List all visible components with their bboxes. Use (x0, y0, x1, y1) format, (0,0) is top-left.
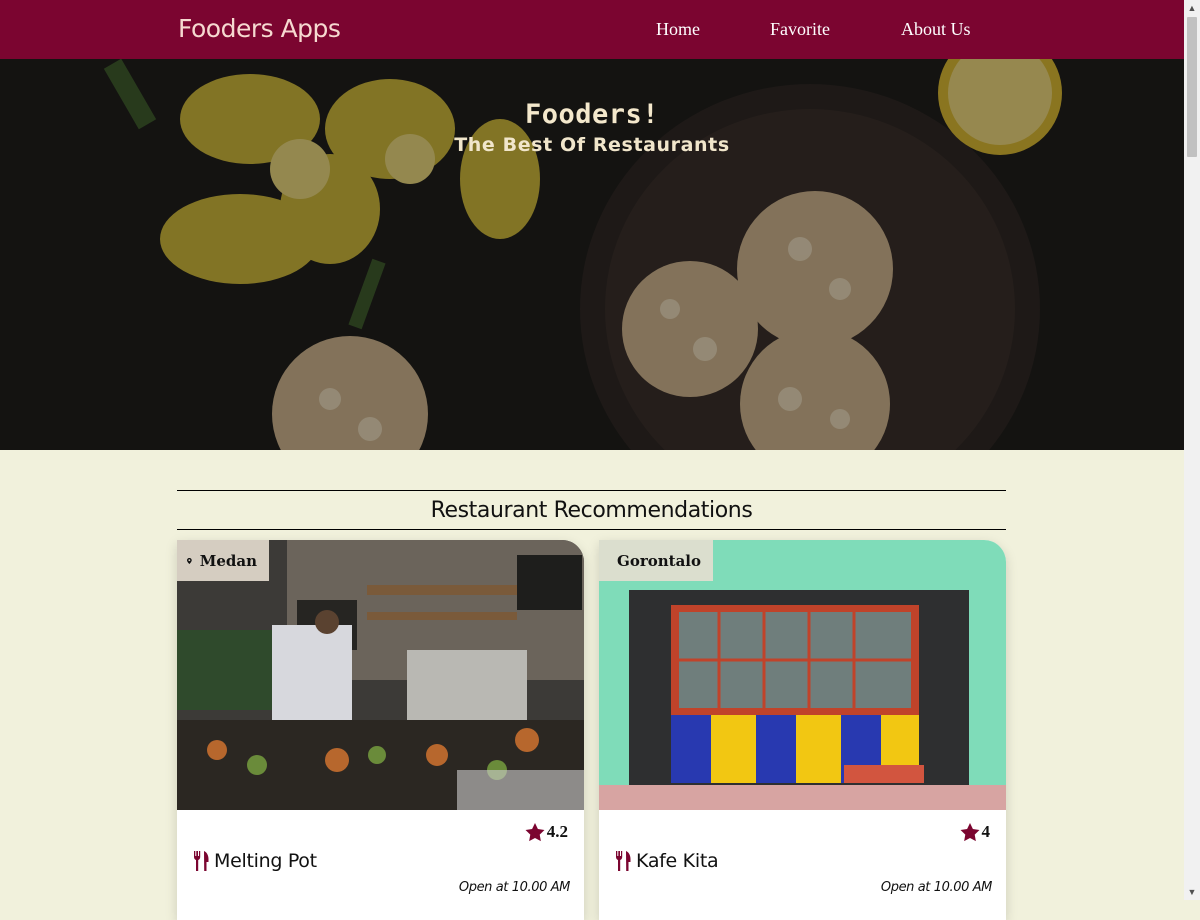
section-heading: Restaurant Recommendations (177, 490, 1006, 530)
nav-link-home[interactable]: Home (656, 19, 700, 40)
nav-link-about-us[interactable]: About Us (901, 19, 971, 40)
city-badge: Gorontalo (599, 540, 713, 581)
rating: 4 (960, 822, 991, 842)
page-scrollbar[interactable]: ▲ ▼ (1184, 0, 1200, 900)
fork-knife-icon (615, 851, 632, 871)
scroll-down-arrow-icon[interactable]: ▼ (1184, 884, 1200, 900)
city-label: Medan (200, 552, 257, 570)
restaurant-name-label: Melting Pot (214, 850, 317, 872)
restaurant-card[interactable]: Medan 4.2 Melting Pot Open at 10.00 AM (177, 540, 584, 920)
hero-subtitle: The Best Of Restaurants (0, 134, 1184, 156)
rating: 4.2 (525, 822, 568, 842)
open-time: Open at 10.00 AM (459, 880, 570, 895)
location-pin-icon (187, 552, 192, 570)
fork-knife-icon (193, 851, 210, 871)
star-icon (525, 823, 545, 842)
open-time: Open at 10.00 AM (881, 880, 992, 895)
city-badge: Medan (177, 540, 269, 581)
rating-value: 4 (982, 822, 991, 842)
city-label: Gorontalo (617, 552, 701, 570)
star-icon (960, 823, 980, 842)
navbar: Fooders Apps Home Favorite About Us (0, 0, 1184, 59)
rating-value: 4.2 (547, 822, 568, 842)
nav-link-favorite[interactable]: Favorite (770, 19, 830, 40)
restaurant-card[interactable]: Gorontalo 4 Kafe Kita Open at 10.00 AM (599, 540, 1006, 920)
nav-links: Home Favorite About Us (0, 19, 1184, 43)
scroll-thumb[interactable] (1187, 17, 1197, 157)
restaurant-name-label: Kafe Kita (636, 850, 718, 872)
hero-banner: Fooders! The Best Of Restaurants (0, 59, 1184, 450)
restaurant-name[interactable]: Melting Pot (193, 850, 317, 872)
restaurant-name[interactable]: Kafe Kita (615, 850, 718, 872)
hero-title: Fooders! (0, 99, 1184, 130)
scroll-up-arrow-icon[interactable]: ▲ (1184, 0, 1200, 16)
